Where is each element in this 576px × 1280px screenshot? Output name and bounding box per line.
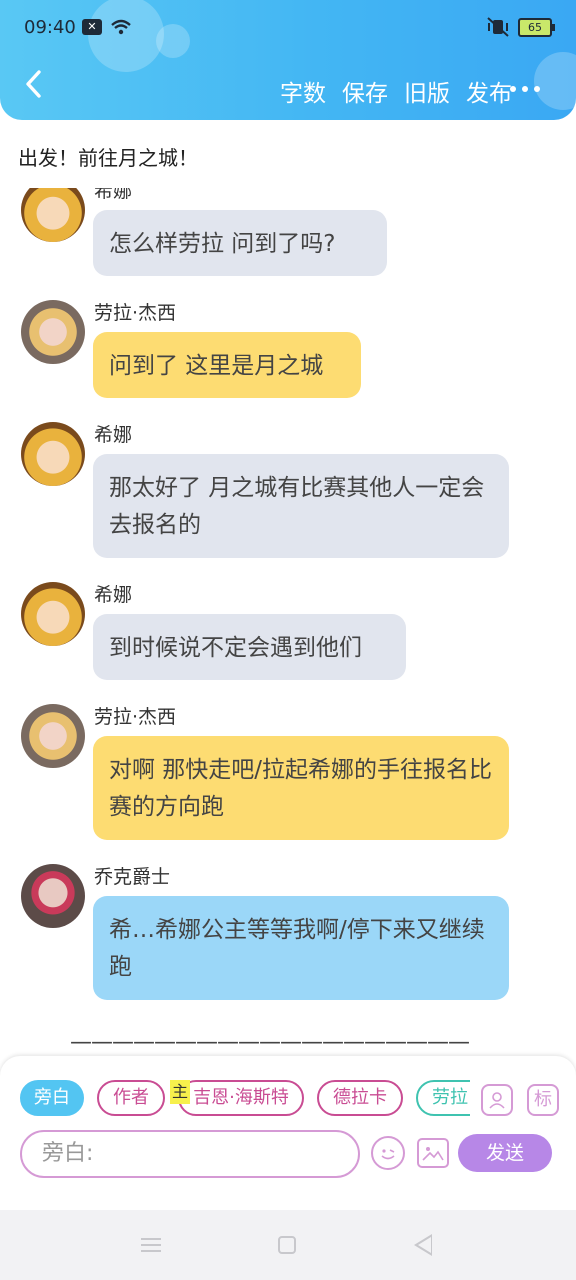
chip-character[interactable]: 德拉卡 — [317, 1080, 403, 1116]
status-time: 09:40 — [24, 17, 76, 38]
status-left-icons: ✕ — [82, 18, 132, 36]
decorative-bubble — [534, 52, 576, 110]
back-triangle-icon[interactable] — [414, 1234, 432, 1256]
publish-button[interactable]: 发布 — [466, 74, 512, 108]
role-chip-row[interactable]: 旁白 作者 吉恩·海斯特 德拉卡 劳拉 — [0, 1080, 470, 1120]
wifi-icon — [111, 19, 131, 35]
main-character-badge: 主 — [170, 1080, 190, 1104]
person-card-icon[interactable] — [481, 1084, 513, 1116]
composer-panel: 旁白 作者 吉恩·海斯特 德拉卡 劳拉 主 标 旁白: 发送 — [0, 1056, 576, 1210]
message-input[interactable]: 旁白: — [20, 1130, 360, 1178]
save-button[interactable]: 保存 — [342, 74, 388, 108]
speaker-name: 希娜 — [94, 188, 133, 202]
image-glyph — [422, 1147, 444, 1161]
avatar[interactable] — [21, 704, 85, 768]
person-card-icon-glyph — [489, 1092, 505, 1109]
status-right-icons: 65 — [486, 17, 555, 37]
emoji-icon[interactable] — [371, 1136, 405, 1170]
send-button[interactable]: 发送 — [458, 1134, 552, 1172]
emoji-face-glyph — [381, 1149, 395, 1160]
message-bubble[interactable]: 怎么样劳拉 问到了吗? — [93, 210, 387, 276]
avatar[interactable] — [21, 582, 85, 646]
chip-character[interactable]: 吉恩·海斯特 — [178, 1080, 304, 1116]
word-count-button[interactable]: 字数 — [280, 74, 326, 108]
avatar[interactable] — [21, 188, 85, 242]
home-icon[interactable] — [278, 1236, 296, 1254]
header-actions: 字数 保存 旧版 发布 — [280, 74, 512, 108]
avatar[interactable] — [21, 300, 85, 364]
speaker-name: 乔克爵士 — [94, 866, 171, 888]
image-icon[interactable] — [417, 1138, 449, 1168]
chip-narration[interactable]: 旁白 — [20, 1080, 84, 1116]
chip-author[interactable]: 作者 — [97, 1080, 165, 1116]
message-bubble[interactable]: 希…希娜公主等等我啊/停下来又继续跑 — [93, 896, 509, 1000]
chip-character[interactable]: 劳拉 — [416, 1080, 470, 1116]
story-title: 出发！前往月之城！ — [18, 146, 198, 170]
system-navigation-bar — [0, 1210, 576, 1280]
more-dots-icon[interactable] — [510, 86, 540, 92]
speaker-name: 希娜 — [94, 424, 133, 446]
avatar[interactable] — [21, 864, 85, 928]
message-list[interactable]: 希娜 怎么样劳拉 问到了吗? 劳拉·杰西 问到了 这里是月之城 希娜 那太好了 … — [0, 188, 576, 1056]
avatar[interactable] — [21, 422, 85, 486]
battery-indicator: 65 — [518, 17, 555, 37]
message-bubble[interactable]: 问到了 这里是月之城 — [93, 332, 361, 398]
back-chevron-icon — [26, 70, 41, 98]
tag-button[interactable]: 标 — [527, 1084, 559, 1116]
decorative-bubble — [156, 24, 190, 58]
top-app-bar: 09:40 ✕ 65 字数 保存 旧版 发布 — [0, 0, 576, 120]
menu-icon[interactable] — [141, 1238, 161, 1252]
vibrate-mute-icon — [487, 17, 509, 37]
message-bubble[interactable]: 那太好了 月之城有比赛其他人一定会去报名的 — [93, 454, 509, 558]
old-version-button[interactable]: 旧版 — [404, 74, 450, 108]
speaker-name: 劳拉·杰西 — [94, 706, 177, 728]
message-bubble[interactable]: 对啊 那快走吧/拉起希娜的手往报名比赛的方向跑 — [93, 736, 509, 840]
notification-icon: ✕ — [82, 19, 102, 35]
section-divider: ——————————————————— — [70, 1030, 470, 1055]
back-button[interactable] — [14, 68, 54, 110]
decorative-bubble — [88, 0, 164, 72]
message-bubble[interactable]: 到时候说不定会遇到他们 — [93, 614, 406, 680]
speaker-name: 希娜 — [94, 584, 133, 606]
speaker-name: 劳拉·杰西 — [94, 302, 177, 324]
